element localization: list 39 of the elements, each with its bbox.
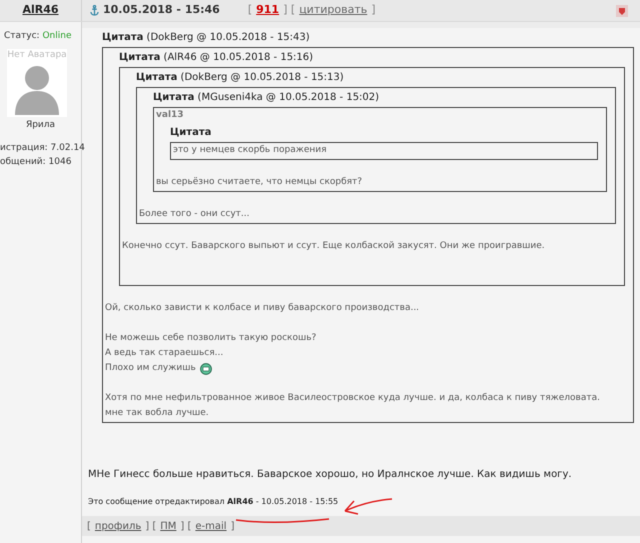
edit-note: Это сообщение отредактировал AlR46 - 10.05.2018 - 15:55 (87, 496, 338, 508)
quote-header: Цитата (DokBerg @ 10.05.2018 - 15:43) (102, 31, 311, 45)
anchor-icon[interactable] (90, 5, 99, 16)
bracket-text: ] (371, 2, 376, 18)
avatar-caption: Нет Аватара (7, 48, 67, 60)
link[interactable]: e-mail (195, 518, 227, 534)
quote-header: Цитата (AlR46 @ 10.05.2018 - 15:16) (119, 51, 314, 65)
quote-text: А ведь так стараешься... (105, 347, 224, 360)
author-link[interactable]: AlR46 (22, 2, 59, 19)
post-count: общений: 1046 (0, 156, 72, 168)
quote-header: Цитата (DokBerg @ 10.05.2018 - 15:13) (136, 71, 345, 85)
quote-text: Конечно ссут. Баварского выпьют и ссут. Еще колбаской закусят. Они же проигравшие. (122, 240, 545, 253)
quote-header: Цитата (MGuseni4ka @ 10.05.2018 - 15:02) (153, 91, 380, 105)
quoted-author: val13 (156, 109, 185, 122)
post-text: МНе Гинесс больше нравиться. Баварское хорошо, но Иралнское лучше. Как видишь могу. (87, 468, 572, 482)
quote-text: Ой, сколько зависти к колбасе и пиву баварского производства... (105, 302, 420, 315)
bracket-text: ] [ (180, 520, 192, 534)
bracket-text: [ (87, 520, 91, 534)
quote-text: Более того - они ссут... (139, 208, 250, 221)
quote-text: Хотя по мне нефильтрованное живое Василеостровское куда лучше. и да, колбаса к пиву тяжеловата. (105, 392, 600, 405)
report-icon[interactable] (616, 4, 628, 16)
bracket-text: ] [ (145, 520, 156, 534)
quote-text: это у немцев скорбь поражения (173, 144, 327, 157)
quote-text: Плохо им служишь (105, 362, 196, 375)
quote-text: Не можешь себе позволить такую роскошь? (105, 332, 316, 345)
post-number-link[interactable]: 911 (256, 2, 280, 19)
quote-header: Цитата (170, 126, 212, 140)
post-timestamp: 10.05.2018 - 15:46 (103, 2, 220, 18)
hand-drawn-arrow-drawing (342, 497, 394, 517)
link[interactable]: ПМ (160, 518, 176, 534)
quote-text: вы серьёзно считаете, что немцы скорбят? (156, 176, 362, 189)
bracket-text: [ (248, 2, 252, 18)
link[interactable]: цитировать (299, 2, 368, 19)
bracket-text: ] (230, 520, 234, 534)
status-text: Статус: Online (3, 30, 72, 43)
link[interactable]: профиль (94, 518, 142, 534)
bracket-text: ] [ (283, 2, 296, 18)
quote-text: мне так вобла лучше. (105, 407, 209, 420)
user-rank: Ярила (24, 118, 56, 132)
